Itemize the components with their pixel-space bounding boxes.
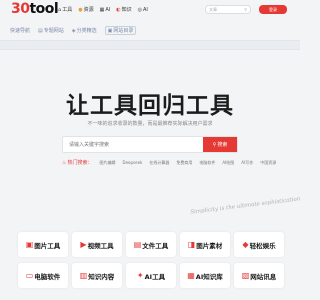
hot-searches: ♨ 热门搜索： 图片编辑 Deepseek 在线计算器 免费商用 电脑软件 AI… [62, 159, 276, 167]
sub-nav: 快速导航 ▤ 专题网站 ◈ 分类精选 ▣ 网站目录 [10, 26, 137, 35]
ai-icon: ✦ [136, 271, 144, 280]
header-search-placeholder: 文章 [209, 6, 217, 12]
subnav-item-topics[interactable]: ▤ 专题网站 [38, 26, 64, 35]
hero-title: 让工具回归工具 [66, 93, 234, 119]
nav-item-resources[interactable]: ● 资源 [78, 6, 94, 14]
hero-subtitle: 不一味的追求收录的数量，而是最推荐实际解决用户需求 [87, 121, 213, 127]
category-card[interactable]: ◆ 轻松娱乐 [234, 232, 284, 257]
topic-icon: ▤ [38, 27, 43, 34]
category-label: 图片工具 [34, 241, 61, 250]
hot-search-link[interactable]: 电脑软件 [199, 160, 215, 166]
main-search: ⚲ 搜索 [62, 136, 238, 153]
book-icon: ▥ [79, 271, 88, 280]
robot-icon: ◎ [137, 6, 142, 13]
nav-label: 知识 [121, 7, 132, 13]
nav-item-ai-docs[interactable]: ▦ AI [100, 6, 111, 13]
hot-search-link[interactable]: AI绘图 [222, 160, 234, 166]
computer-icon: ▭ [25, 271, 34, 280]
hot-search-link[interactable]: AI写作 [241, 160, 253, 166]
image-icon: ▣ [25, 240, 34, 249]
hot-search-link[interactable]: 图片编辑 [100, 160, 116, 166]
main-nav: ⌂ 工具 ● 资源 ▦ AI ◐ 知识 ◎ AI [58, 6, 148, 14]
document-icon: ▦ [99, 6, 105, 13]
divider-band [0, 40, 300, 50]
category-card[interactable]: ✦ AI工具 [126, 263, 176, 288]
chat-icon: ◐ [116, 6, 121, 13]
database-icon: ▦ [187, 271, 195, 280]
subnav-label: 网站目录 [113, 28, 134, 34]
site-logo[interactable]: 30tool [11, 1, 59, 17]
nav-item-tools[interactable]: ⌂ 工具 [58, 6, 73, 14]
home-icon: ⌂ [58, 6, 62, 13]
file-icon: ▤ [133, 240, 142, 249]
lightbulb-icon: ● [78, 6, 83, 13]
subnav-item-quick-nav[interactable]: 快速导航 [10, 26, 30, 35]
hot-label-text: 热门搜索： [67, 160, 93, 166]
category-label: 电脑软件 [34, 272, 61, 281]
category-label: 知识内容 [88, 272, 115, 281]
flame-icon: ♨ [62, 159, 67, 166]
subnav-item-directory[interactable]: ▣ 网站目录 [104, 26, 137, 35]
category-card[interactable]: ▤ 文件工具 [126, 232, 176, 257]
search-button-label: 搜索 [217, 142, 228, 148]
category-card[interactable]: ▦ AI知识库 [180, 263, 230, 288]
hot-search-link[interactable]: Deepseek [123, 160, 143, 165]
category-card[interactable]: ▶ 视频工具 [72, 232, 122, 257]
category-label: 轻松娱乐 [249, 241, 276, 250]
logo-word: tool [29, 1, 59, 17]
logo-number: 30 [11, 1, 30, 17]
hot-search-link[interactable]: 在线计算器 [149, 160, 169, 166]
category-card[interactable]: ▧ 网站讯息 [234, 263, 284, 288]
hot-search-link[interactable]: 免费商用 [176, 160, 192, 166]
nav-label: 工具 [62, 7, 73, 13]
video-icon: ▶ [80, 240, 87, 249]
top-bar: 30tool ⌂ 工具 ● 资源 ▦ AI ◐ 知识 ◎ AI 文章 ⚲ 登录 [0, 0, 300, 20]
nav-item-ai[interactable]: ◎ AI [138, 6, 148, 13]
nav-label: 资源 [83, 7, 94, 13]
subnav-label: 专题网站 [43, 28, 64, 34]
category-card[interactable]: ▣ 图片工具 [18, 232, 68, 257]
category-label: 网站讯息 [250, 272, 277, 281]
category-grid: ▣ 图片工具 ▶ 视频工具 ▤ 文件工具 ◨ 图片素材 ◆ 轻松娱乐 ▭ 电脑软… [18, 232, 288, 288]
search-icon: ⚲ [244, 7, 247, 12]
header-search[interactable]: 文章 ⚲ [205, 5, 251, 14]
nav-label: AI [105, 6, 111, 13]
news-icon: ▧ [241, 271, 250, 280]
signature-slogan: Simplicity is the ultimate sophisticatio… [190, 196, 301, 216]
game-icon: ◆ [242, 240, 249, 249]
picture-icon: ◨ [187, 240, 196, 249]
search-input[interactable] [63, 137, 203, 152]
nav-label: AI [143, 6, 148, 13]
featured-icon: ◈ [71, 27, 76, 34]
category-card[interactable]: ▭ 电脑软件 [18, 263, 68, 288]
hot-search-label: ♨ 热门搜索： [62, 159, 93, 167]
directory-icon: ▣ [107, 27, 113, 34]
search-icon: ⚲ [212, 141, 217, 148]
subnav-item-featured[interactable]: ◈ 分类精选 [72, 26, 97, 35]
subnav-label: 快速导航 [10, 28, 31, 34]
category-label: 文件工具 [142, 241, 169, 250]
category-label: AI知识库 [195, 272, 223, 281]
category-label: 视频工具 [87, 241, 114, 250]
subnav-label: 分类精选 [76, 28, 97, 34]
search-button[interactable]: ⚲ 搜索 [203, 137, 237, 152]
hot-search-link[interactable]: 中国资源 [260, 160, 276, 166]
category-label: AI工具 [144, 272, 166, 281]
category-label: 图片素材 [196, 241, 223, 250]
nav-item-knowledge[interactable]: ◐ 知识 [116, 6, 132, 14]
login-button[interactable]: 登录 [259, 5, 287, 14]
category-card[interactable]: ▥ 知识内容 [72, 263, 122, 288]
category-card[interactable]: ◨ 图片素材 [180, 232, 230, 257]
